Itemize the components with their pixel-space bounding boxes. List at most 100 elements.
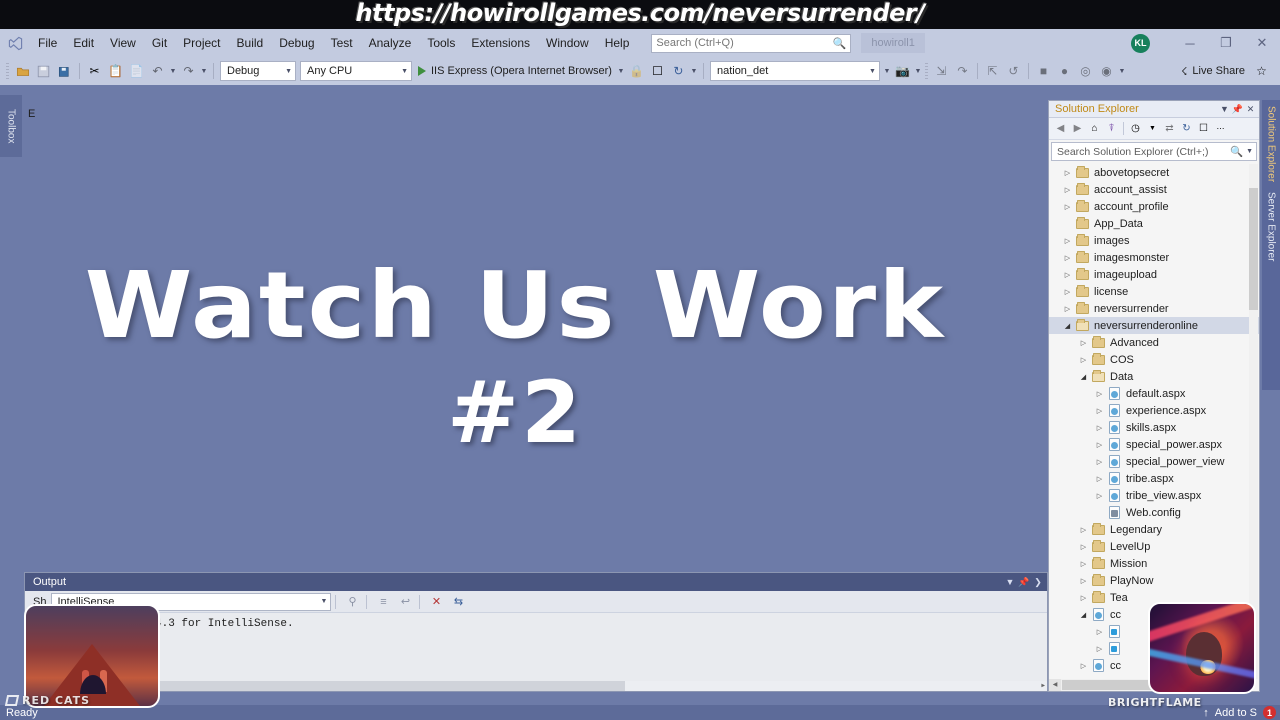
tree-item[interactable]: ▷ special_power_view <box>1049 453 1259 470</box>
chevron-down-icon[interactable]: ▼ <box>1003 577 1017 587</box>
tree-item[interactable]: ▷ skills.aspx <box>1049 419 1259 436</box>
notification-badge[interactable]: 1 <box>1263 706 1276 719</box>
refresh-icon[interactable]: ↻ <box>668 60 689 82</box>
stop-icon[interactable]: ■ <box>1033 60 1054 82</box>
tree-item[interactable]: ▷ images <box>1049 232 1259 249</box>
clear-all-icon[interactable]: ≡ <box>373 592 393 611</box>
live-share-button[interactable]: ☇ Live Share <box>1175 60 1251 82</box>
tree-item[interactable]: ▷ Advanced <box>1049 334 1259 351</box>
output-scroll-right-button[interactable]: ▶ <box>1041 681 1045 691</box>
paste-icon[interactable]: 📄 <box>126 60 147 82</box>
tree-expander-closed-icon[interactable]: ▷ <box>1093 458 1106 466</box>
tree-expander-closed-icon[interactable]: ▷ <box>1061 186 1074 194</box>
menu-item-extensions[interactable]: Extensions <box>463 29 538 57</box>
save-icon[interactable] <box>33 60 54 82</box>
menu-item-file[interactable]: File <box>30 29 65 57</box>
step-over-icon[interactable]: ↷ <box>952 60 973 82</box>
tree-expander-closed-icon[interactable]: ▷ <box>1077 594 1090 602</box>
tree-expander-closed-icon[interactable]: ▷ <box>1061 305 1074 313</box>
tree-expander-closed-icon[interactable]: ▷ <box>1061 271 1074 279</box>
solution-explorer-search-input[interactable]: Search Solution Explorer (Ctrl+;) 🔍 ▼ <box>1051 142 1257 161</box>
menu-item-build[interactable]: Build <box>229 29 272 57</box>
step-into-icon[interactable]: ⇲ <box>931 60 952 82</box>
word-wrap-icon[interactable]: ↩ <box>395 592 415 611</box>
menu-item-analyze[interactable]: Analyze <box>361 29 420 57</box>
tree-item[interactable]: App_Data <box>1049 215 1259 232</box>
tree-expander-closed-icon[interactable]: ▷ <box>1077 356 1090 364</box>
menu-item-project[interactable]: Project <box>175 29 228 57</box>
open-file-icon[interactable] <box>12 60 33 82</box>
platform-dropdown[interactable]: Any CPU ▼ <box>300 61 412 81</box>
chevron-down-icon[interactable]: ▼ <box>1144 120 1161 138</box>
tree-item[interactable]: ▷ Mission <box>1049 555 1259 572</box>
tree-item[interactable]: ▷ tribe.aspx <box>1049 470 1259 487</box>
undo-dropdown-icon[interactable]: ▼ <box>168 68 178 75</box>
tree-item[interactable]: ◢ neversurrenderonline <box>1049 317 1259 334</box>
refresh-icon[interactable]: ↻ <box>1178 120 1195 138</box>
tree-expander-closed-icon[interactable]: ▷ <box>1093 492 1106 500</box>
dock-tab-server-explorer[interactable]: Server Explorer <box>1266 192 1277 261</box>
start-debugging-dropdown-icon[interactable]: ▼ <box>616 68 626 75</box>
tree-scroll-left-button[interactable]: ◀ <box>1049 679 1061 691</box>
preview-icon[interactable]: ◷ <box>1127 120 1144 138</box>
tree-expander-closed-icon[interactable]: ▷ <box>1061 169 1074 177</box>
feedback-icon[interactable]: ☆ <box>1251 60 1272 82</box>
tree-expander-closed-icon[interactable]: ▷ <box>1093 475 1106 483</box>
global-search-input[interactable]: Search (Ctrl+Q) 🔍 <box>651 33 852 53</box>
menu-item-test[interactable]: Test <box>323 29 361 57</box>
disable-breakpoints-icon[interactable]: ◎ <box>1075 60 1096 82</box>
tree-expander-closed-icon[interactable]: ▷ <box>1061 254 1074 262</box>
tree-item[interactable]: ◢ Data <box>1049 368 1259 385</box>
refresh-dropdown-icon[interactable]: ▼ <box>689 68 699 75</box>
breakpoint-icon[interactable]: ● <box>1054 60 1075 82</box>
redo-dropdown-icon[interactable]: ▼ <box>199 68 209 75</box>
toolbox-tab[interactable]: Toolbox <box>0 95 22 157</box>
pending-changes-icon[interactable]: ⍒ <box>1103 120 1120 138</box>
dock-tab-solution-explorer[interactable]: Solution Explorer <box>1266 106 1277 182</box>
startup-item-dropdown[interactable]: nation_det ▼ <box>709 61 880 81</box>
window-close-button[interactable]: ✕ <box>1244 29 1280 57</box>
browser-link-icon[interactable]: ☐ <box>647 60 668 82</box>
tree-item[interactable]: ▷ LevelUp <box>1049 538 1259 555</box>
tree-item[interactable]: ▷ neversurrender <box>1049 300 1259 317</box>
tree-expander-closed-icon[interactable]: ▷ <box>1093 441 1106 449</box>
tree-expander-open-icon[interactable]: ◢ <box>1061 322 1074 330</box>
output-horizontal-scrollbar[interactable]: ▶ <box>25 681 1047 691</box>
menu-item-window[interactable]: Window <box>538 29 597 57</box>
restart-icon[interactable]: ↺ <box>1003 60 1024 82</box>
tree-item[interactable]: ▷ experience.aspx <box>1049 402 1259 419</box>
window-minimize-button[interactable]: ─ <box>1172 29 1208 57</box>
step-out-icon[interactable]: ⇱ <box>982 60 1003 82</box>
undo-icon[interactable]: ↶ <box>147 60 168 82</box>
source-control-group[interactable]: ↑ Add to S 1 <box>1203 706 1280 719</box>
tree-item[interactable]: ▷ special_power.aspx <box>1049 436 1259 453</box>
start-debugging-button[interactable]: IIS Express (Opera Internet Browser) <box>414 60 616 82</box>
tree-expander-closed-icon[interactable]: ▷ <box>1061 237 1074 245</box>
hot-reload-icon[interactable]: 🔒 <box>626 60 647 82</box>
tree-item[interactable]: Web.config <box>1049 504 1259 521</box>
back-icon[interactable]: ◀ <box>1052 120 1069 138</box>
tree-item[interactable]: ▷ default.aspx <box>1049 385 1259 402</box>
tree-item[interactable]: ▷ tribe_view.aspx <box>1049 487 1259 504</box>
tree-expander-open-icon[interactable]: ◢ <box>1077 373 1090 381</box>
tree-item[interactable]: ▷ PlayNow <box>1049 572 1259 589</box>
tree-item[interactable]: ▷ Legendary <box>1049 521 1259 538</box>
tree-expander-closed-icon[interactable]: ▷ <box>1077 526 1090 534</box>
tree-vertical-scroll-thumb[interactable] <box>1249 188 1258 310</box>
tree-item[interactable]: ▷ abovetopsecret <box>1049 164 1259 181</box>
tree-expander-closed-icon[interactable]: ▷ <box>1093 645 1106 653</box>
toolbar-grip-2[interactable] <box>923 62 931 80</box>
clear-output-icon[interactable]: ✕ <box>426 592 446 611</box>
screenshot-dropdown-icon[interactable]: ▼ <box>913 68 923 75</box>
forward-icon[interactable]: ▶ <box>1069 120 1086 138</box>
properties-icon[interactable]: ⋯ <box>1212 120 1229 138</box>
tree-expander-closed-icon[interactable]: ▷ <box>1093 407 1106 415</box>
tree-expander-closed-icon[interactable]: ▷ <box>1077 560 1090 568</box>
copy-icon[interactable]: 📋 <box>105 60 126 82</box>
pin-icon[interactable]: 📌 <box>1017 577 1031 588</box>
menu-item-edit[interactable]: Edit <box>65 29 102 57</box>
save-all-icon[interactable] <box>54 60 75 82</box>
tree-expander-closed-icon[interactable]: ▷ <box>1077 577 1090 585</box>
build-configuration-dropdown[interactable]: Debug ▼ <box>220 61 296 81</box>
screenshot-icon[interactable]: 📷 <box>892 60 913 82</box>
